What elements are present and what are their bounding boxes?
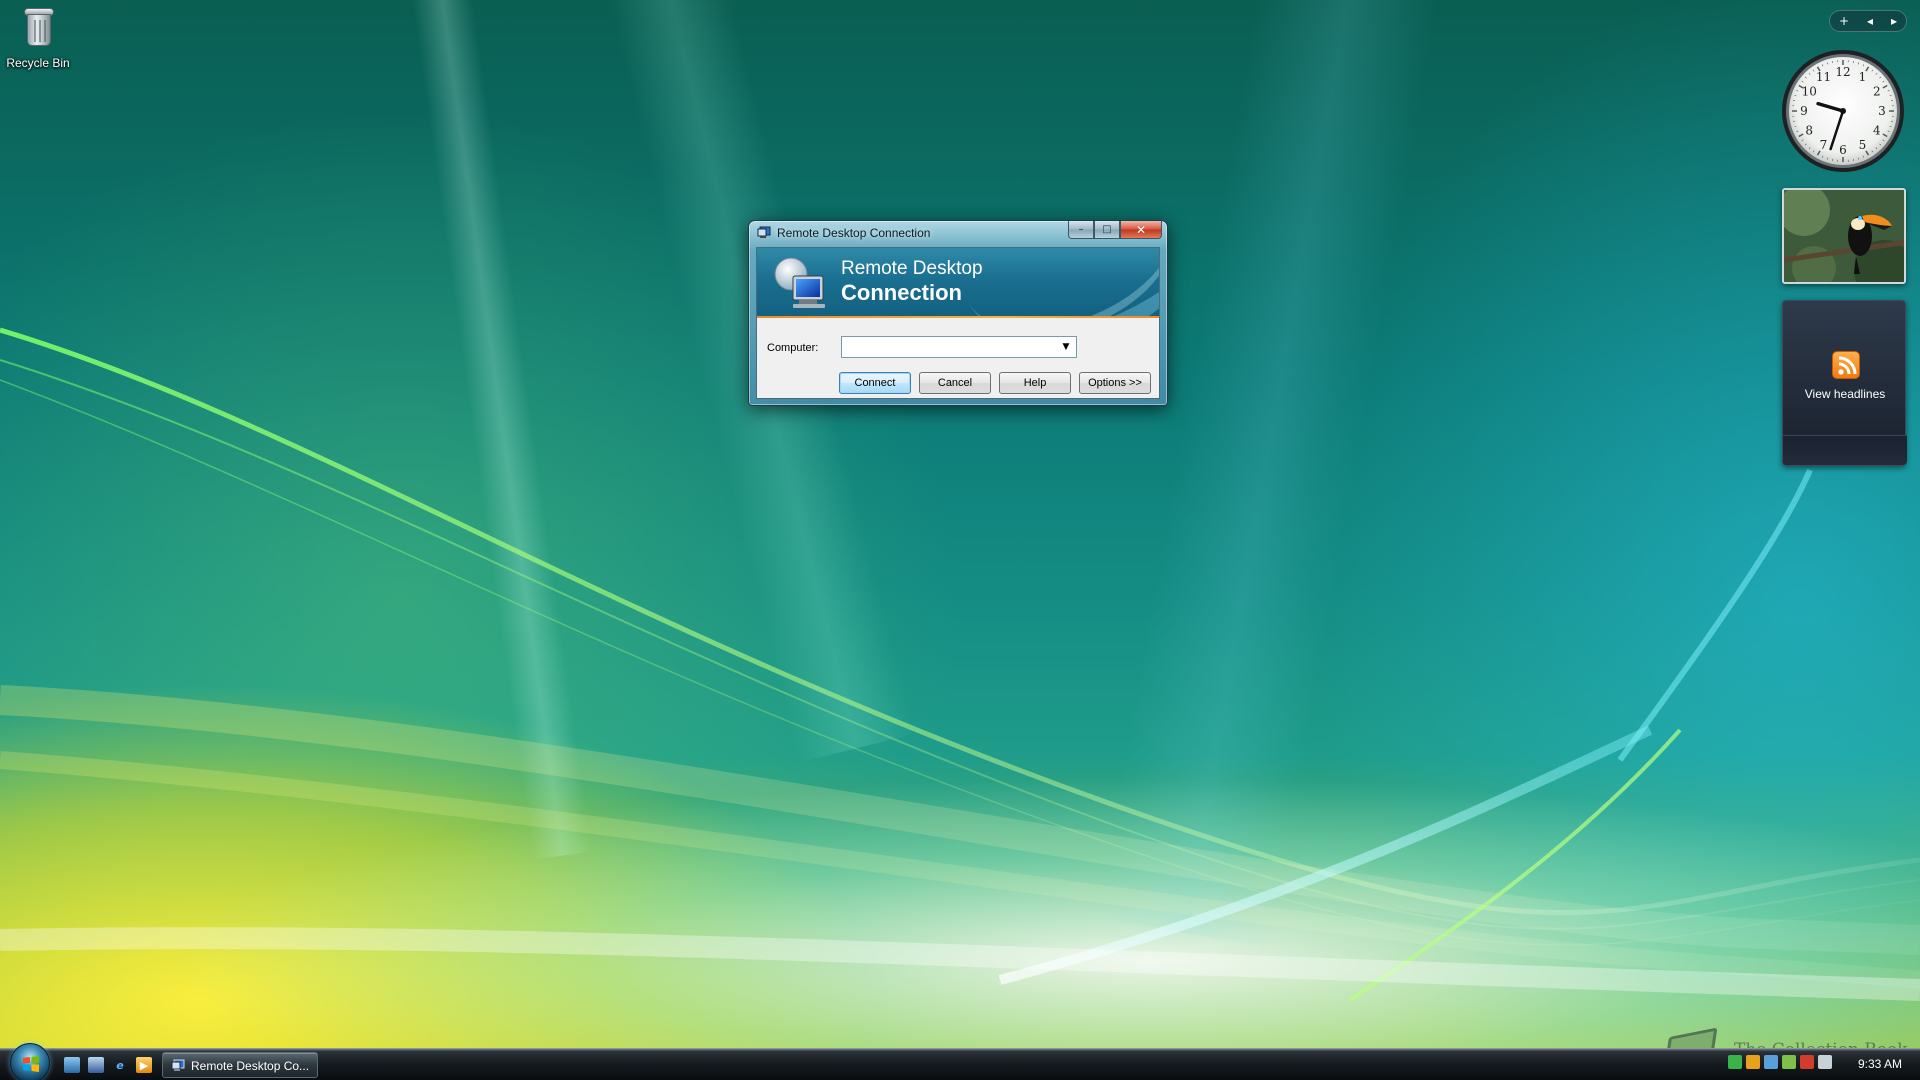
banner-accent-stripe — [757, 316, 1159, 318]
remote-desktop-dialog: Remote Desktop Connection – □ ✕ Remote D… — [748, 220, 1168, 406]
wallpaper-waves — [0, 327, 1920, 1002]
volume-icon[interactable] — [1818, 1055, 1832, 1069]
windows-logo-icon — [23, 1056, 39, 1072]
feed-gadget-footer — [1783, 435, 1907, 465]
sidebar-prev-button[interactable]: ◂ — [1867, 14, 1873, 28]
internet-explorer-icon[interactable]: e — [112, 1057, 128, 1073]
sidebar-controls: + ◂ ▸ — [1829, 10, 1907, 32]
network-status-icon[interactable] — [1782, 1055, 1796, 1069]
sidebar-next-button[interactable]: ▸ — [1891, 14, 1897, 28]
desktop — [0, 0, 1920, 1080]
notification-area — [1728, 1055, 1832, 1069]
rss-icon — [1832, 351, 1860, 379]
media-player-icon[interactable]: ▶ — [136, 1057, 152, 1073]
quick-launch: e ▶ — [64, 1057, 152, 1073]
clock-numeral: 4 — [1873, 124, 1881, 138]
clock-numeral: 5 — [1859, 138, 1867, 152]
banner-title-line1: Remote Desktop — [841, 258, 983, 279]
clock-numeral: 7 — [1820, 138, 1828, 152]
toucan-photo — [1784, 190, 1904, 282]
dialog-client-area: Remote Desktop Connection Computer: ▼ Co… — [756, 247, 1160, 399]
desktop-icon-label: Recycle Bin — [6, 56, 70, 70]
shield-icon[interactable] — [1746, 1055, 1760, 1069]
add-gadget-button[interactable]: + — [1839, 14, 1849, 28]
switch-windows-icon[interactable] — [88, 1057, 104, 1073]
banner-title-line2: Connection — [841, 280, 962, 305]
network-icon[interactable] — [1728, 1055, 1742, 1069]
remote-desktop-icon — [757, 226, 771, 238]
security-alert-icon[interactable] — [1800, 1055, 1814, 1069]
clock-numeral: 3 — [1878, 104, 1886, 118]
chevron-down-icon[interactable]: ▼ — [1057, 338, 1075, 356]
clock-numeral: 9 — [1800, 104, 1808, 118]
cancel-button[interactable]: Cancel — [919, 372, 991, 394]
options-button[interactable]: Options >> — [1079, 372, 1151, 394]
taskbar-item-label: Remote Desktop Co... — [191, 1059, 310, 1073]
remote-desktop-monitor-icon — [774, 257, 825, 308]
feed-headlines-gadget: View headlines — [1782, 300, 1907, 466]
analog-clock: 12 12 3 45678 9 1011 — [1782, 50, 1904, 172]
minimize-button[interactable]: – — [1068, 221, 1094, 239]
dialog-banner: Remote Desktop Connection — [757, 248, 1159, 318]
clock-numeral: 1 — [1859, 70, 1867, 84]
desktop-icon-recycle-bin[interactable]: Recycle Bin — [4, 2, 72, 70]
maximize-button[interactable]: □ — [1094, 221, 1120, 239]
start-button[interactable] — [10, 1043, 50, 1080]
dialog-title: Remote Desktop Connection — [777, 226, 931, 240]
sync-icon[interactable] — [1764, 1055, 1778, 1069]
taskbar-item-remote-desktop[interactable]: Remote Desktop Co... — [162, 1052, 318, 1078]
show-desktop-icon[interactable] — [64, 1057, 80, 1073]
slideshow-gadget[interactable] — [1782, 188, 1906, 284]
taskbar-clock[interactable]: 9:33 AM — [1858, 1057, 1902, 1071]
dialog-title-bar[interactable]: Remote Desktop Connection – □ ✕ — [749, 221, 1167, 245]
clock-numeral: 10 — [1802, 85, 1817, 99]
clock-numeral: 8 — [1805, 124, 1813, 138]
taskbar: e ▶ Remote Desktop Co... 9:33 AM — [0, 1043, 1920, 1080]
computer-label: Computer: — [767, 342, 819, 354]
close-button[interactable]: ✕ — [1120, 221, 1162, 239]
clock-numeral: 11 — [1816, 70, 1831, 84]
clock-numeral: 2 — [1873, 85, 1881, 99]
help-button[interactable]: Help — [999, 372, 1071, 394]
connect-button[interactable]: Connect — [839, 372, 911, 394]
clock-numeral: 12 — [1835, 65, 1850, 79]
remote-desktop-icon — [171, 1059, 185, 1071]
computer-combobox[interactable]: ▼ — [841, 336, 1077, 358]
view-headlines-link[interactable]: View headlines — [1783, 387, 1907, 401]
clock-numeral: 6 — [1839, 143, 1847, 157]
clock-gadget[interactable]: 12 1 2 3 4 5 6 7 8 9 10 11 — [1780, 48, 1906, 174]
computer-input[interactable] — [844, 338, 1054, 356]
recycle-bin-icon — [18, 2, 58, 52]
